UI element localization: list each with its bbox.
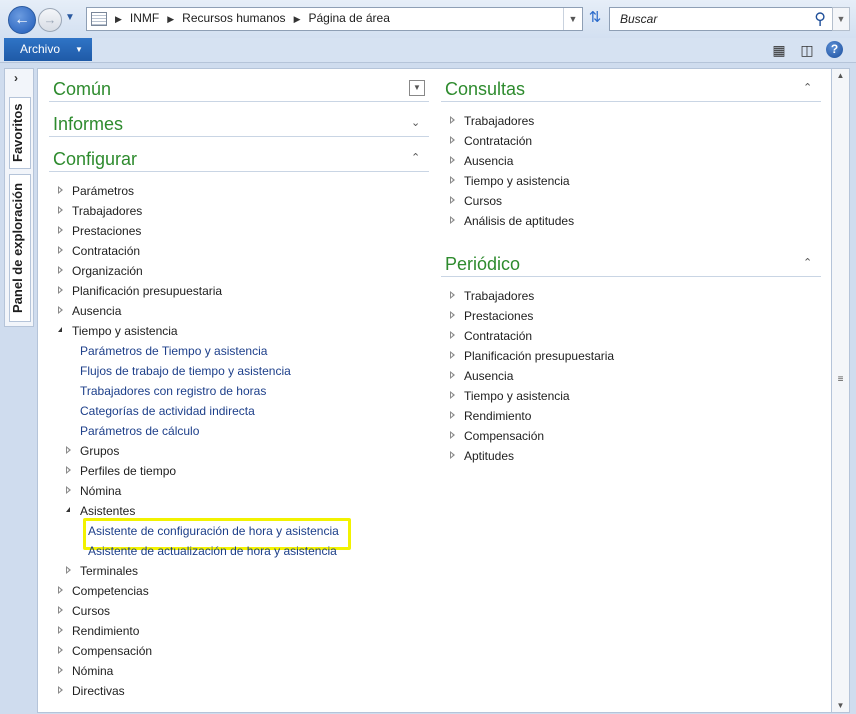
periodico-contratacion[interactable]: Contratación [464,329,532,343]
link-flujos-trabajo[interactable]: Flujos de trabajo de tiempo y asistencia [80,364,291,378]
chevron-up-icon[interactable]: ⌃ [803,81,812,94]
tree-item-planificacion[interactable]: Planificación presupuestaria [72,284,222,298]
tree-item-organizacion[interactable]: Organización [72,264,143,278]
tree-item-contratacion[interactable]: Contratación [72,244,140,258]
tree-item-prestaciones[interactable]: Prestaciones [72,224,141,238]
periodico-compensacion[interactable]: Compensación [464,429,544,443]
scroll-up-icon[interactable]: ▲ [832,71,849,80]
divider [441,101,821,102]
pane-toggle-icon[interactable]: ◫ [798,41,816,59]
tree-item-tiempo-asistencia[interactable]: Tiempo y asistencia [72,324,178,338]
chevron-up-icon[interactable]: ⌃ [411,151,420,164]
tree-item-rendimiento[interactable]: Rendimiento [72,624,139,638]
tree-item-cursos[interactable]: Cursos [72,604,110,618]
periodico-trabajadores[interactable]: Trabajadores [464,289,534,303]
consulta-aptitudes[interactable]: Análisis de aptitudes [464,214,574,228]
help-icon[interactable]: ? [826,41,843,58]
link-asistente-actualizacion[interactable]: Asistente de actualización de hora y asi… [88,544,337,558]
breadcrumb-module[interactable]: Recursos humanos [182,11,285,25]
periodico-planificacion[interactable]: Planificación presupuestaria [464,349,614,363]
tree-item-perfiles[interactable]: Perfiles de tiempo [80,464,176,478]
chevron-down-icon[interactable]: ▼ [409,80,425,96]
tab-panel-exploracion[interactable]: Panel de exploración [9,174,31,322]
periodico-ausencia[interactable]: Ausencia [464,369,513,383]
tree-item-terminales[interactable]: Terminales [80,564,138,578]
tree-item-ausencia[interactable]: Ausencia [72,304,121,318]
menu-bar [0,38,856,63]
section-periodico-heading[interactable]: Periódico [445,254,520,275]
layout-icon[interactable]: ▦ [770,41,788,59]
breadcrumb-separator-icon: ▶ [115,14,122,24]
link-parametros-tiempo[interactable]: Parámetros de Tiempo y asistencia [80,344,267,358]
link-categorias-actividad[interactable]: Categorías de actividad indirecta [80,404,255,418]
archivo-label: Archivo [20,42,61,56]
breadcrumb-page[interactable]: Página de área [308,11,389,25]
tree-item-directivas[interactable]: Directivas [72,684,125,698]
link-parametros-calculo[interactable]: Parámetros de cálculo [80,424,199,438]
periodico-prestaciones[interactable]: Prestaciones [464,309,533,323]
tree-item-competencias[interactable]: Competencias [72,584,149,598]
section-consultas-heading[interactable]: Consultas [445,79,525,100]
tree-item-compensacion[interactable]: Compensación [72,644,152,658]
divider [49,101,429,102]
search-placeholder: Buscar [620,12,658,26]
tree-item-trabajadores[interactable]: Trabajadores [72,204,142,218]
consulta-ausencia[interactable]: Ausencia [464,154,513,168]
refresh-icon[interactable]: ⇅ [585,8,605,28]
expand-pane-icon[interactable]: › [14,71,18,85]
page-icon [91,12,107,26]
side-pane: › Favoritos Panel de exploración [4,68,34,327]
divider [441,276,821,277]
forward-button[interactable]: → [38,8,62,32]
breadcrumb-separator-icon: ▶ [293,14,301,24]
breadcrumb: ▶ INMF ▶ Recursos humanos ▶ Página de área [115,11,390,25]
section-informes-heading[interactable]: Informes [53,114,123,135]
address-bar[interactable]: ▶ INMF ▶ Recursos humanos ▶ Página de área ▼ [86,7,583,31]
tree-item-nomina-tiempo[interactable]: Nómina [80,484,121,498]
tree-item-asistentes[interactable]: Asistentes [80,504,135,518]
scroll-down-icon[interactable]: ▼ [832,701,849,710]
chevron-up-icon[interactable]: ⌃ [803,256,812,269]
tree-item-grupos[interactable]: Grupos [80,444,119,458]
search-input[interactable]: Buscar ⚲ [609,7,833,31]
divider [49,136,429,137]
consulta-tiempo[interactable]: Tiempo y asistencia [464,174,570,188]
section-comun-heading[interactable]: Común [53,79,111,100]
breadcrumb-separator-icon: ▶ [167,14,175,24]
back-button[interactable]: ← [8,6,36,34]
scroll-grip-icon[interactable]: ≡ [832,374,849,385]
link-asistente-configuracion[interactable]: Asistente de configuración de hora y asi… [88,524,339,538]
periodico-rendimiento[interactable]: Rendimiento [464,409,531,423]
search-dropdown-icon[interactable]: ▼ [832,7,850,31]
address-dropdown-icon[interactable]: ▼ [563,8,582,30]
tree-item-parametros[interactable]: Parámetros [72,184,134,198]
archivo-menu-button[interactable]: Archivo ▼ [4,38,92,61]
consulta-cursos[interactable]: Cursos [464,194,502,208]
periodico-aptitudes[interactable]: Aptitudes [464,449,514,463]
consulta-trabajadores[interactable]: Trabajadores [464,114,534,128]
vertical-scrollbar[interactable]: ▲ ≡ ▼ [831,68,850,713]
history-dropdown-icon[interactable]: ▼ [65,12,75,23]
link-trabajadores-registro[interactable]: Trabajadores con registro de horas [80,384,266,398]
chevron-down-icon: ▼ [75,45,83,54]
chevron-down-icon[interactable]: ⌄ [411,116,420,129]
periodico-tiempo[interactable]: Tiempo y asistencia [464,389,570,403]
search-icon[interactable]: ⚲ [814,9,826,29]
section-configurar-heading[interactable]: Configurar [53,149,137,170]
divider [49,171,429,172]
tree-item-nomina[interactable]: Nómina [72,664,113,678]
breadcrumb-company[interactable]: INMF [130,11,159,25]
consulta-contratacion[interactable]: Contratación [464,134,532,148]
tab-favoritos[interactable]: Favoritos [9,97,31,169]
